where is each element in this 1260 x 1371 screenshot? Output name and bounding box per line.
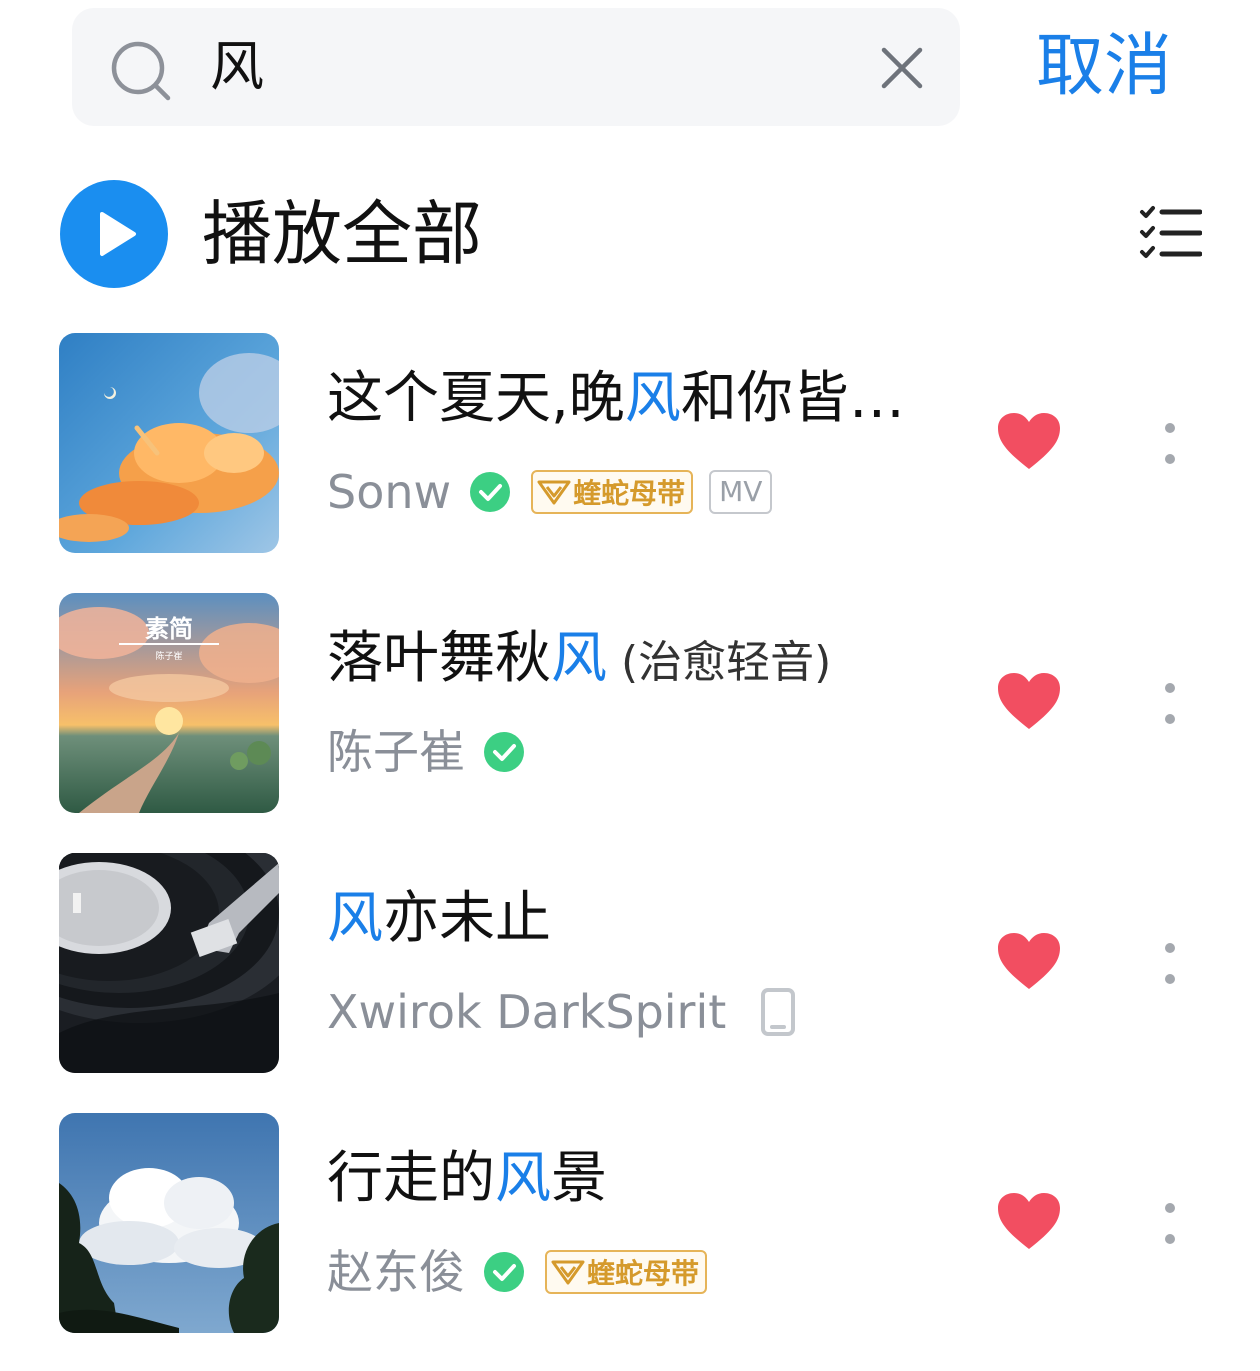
more-options-icon[interactable] — [1150, 939, 1190, 989]
more-options-icon[interactable] — [1150, 1199, 1190, 1249]
artist-line: 赵东俊 蝰蛇母带 — [327, 1237, 708, 1307]
cover-title: 素简 — [145, 615, 193, 643]
highlight-keyword: 风 — [551, 626, 607, 691]
search-bar[interactable] — [72, 8, 960, 126]
vip-quality-badge: 蝰蛇母带 — [545, 1250, 708, 1294]
verified-icon — [470, 472, 511, 512]
heart-icon[interactable] — [996, 671, 1062, 731]
highlight-keyword: 风 — [327, 886, 383, 951]
album-cover: 素简 陈子崔 — [59, 593, 279, 813]
artist-name[interactable]: 陈子崔 — [327, 717, 465, 787]
cover-subtitle: 陈子崔 — [155, 650, 182, 662]
search-icon — [111, 41, 171, 101]
song-row[interactable]: 素简 陈子崔 落叶舞秋风 (治愈轻音) 陈子崔 — [0, 593, 1260, 813]
heart-icon[interactable] — [996, 411, 1062, 471]
song-row[interactable]: 这个夏天,晚风和你皆… Sonw 蝰蛇母带 MV — [0, 333, 1260, 553]
more-options-icon[interactable] — [1150, 679, 1190, 729]
album-cover — [59, 1113, 279, 1333]
search-results-page: 取消 播放全部 — [0, 0, 1260, 1371]
multi-select-list-icon[interactable] — [1138, 204, 1202, 264]
search-input[interactable] — [210, 32, 850, 102]
artist-line: 陈子崔 — [327, 717, 525, 787]
song-subtitle: (治愈轻音) — [621, 637, 832, 688]
play-all-button[interactable] — [60, 180, 168, 288]
phone-icon — [761, 988, 796, 1036]
album-cover — [59, 853, 279, 1073]
highlight-keyword: 风 — [495, 1146, 551, 1211]
heart-icon[interactable] — [996, 1191, 1062, 1251]
play-all-label[interactable]: 播放全部 — [202, 186, 482, 282]
artist-name[interactable]: Sonw — [327, 457, 451, 527]
song-row[interactable]: 行走的风景 赵东俊 蝰蛇母带 — [0, 1113, 1260, 1333]
cancel-button[interactable]: 取消 — [1036, 22, 1172, 112]
album-cover — [59, 333, 279, 553]
heart-icon[interactable] — [996, 931, 1062, 991]
clear-icon[interactable] — [880, 46, 924, 90]
viper-logo-icon — [537, 480, 571, 505]
viper-logo-icon — [551, 1260, 585, 1285]
highlight-keyword: 风 — [624, 366, 681, 431]
artist-line: Sonw 蝰蛇母带 MV — [327, 457, 773, 527]
play-icon — [100, 212, 136, 256]
vip-quality-badge: 蝰蛇母带 — [531, 470, 694, 514]
artist-name[interactable]: 赵东俊 — [327, 1237, 465, 1307]
artist-name[interactable]: Xwirok DarkSpirit — [327, 977, 726, 1047]
song-title: 这个夏天,晚风和你皆… — [327, 366, 905, 431]
mv-badge[interactable]: MV — [709, 470, 773, 514]
song-title: 行走的风景 — [327, 1146, 607, 1211]
song-row[interactable]: 风亦未止 Xwirok DarkSpirit — [0, 853, 1260, 1073]
verified-icon — [484, 1252, 524, 1292]
song-title: 落叶舞秋风 (治愈轻音) — [327, 626, 832, 691]
more-options-icon[interactable] — [1150, 419, 1190, 469]
song-title: 风亦未止 — [327, 886, 551, 951]
verified-icon — [484, 732, 524, 772]
artist-line: Xwirok DarkSpirit — [327, 977, 796, 1047]
